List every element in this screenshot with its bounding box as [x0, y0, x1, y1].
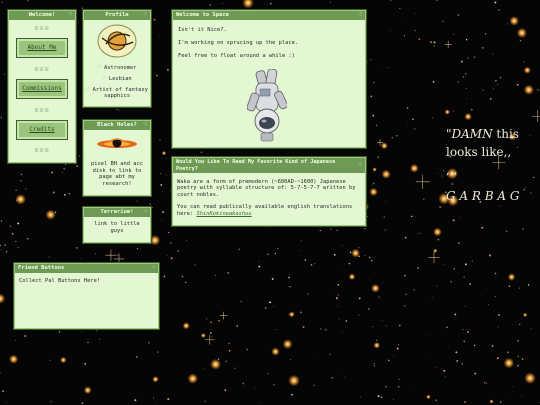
ornament-mid-1: ꕤꕤꕤ [34, 67, 50, 73]
heart-icon: ♡ [358, 12, 362, 18]
heart-icon: ♡ [143, 209, 147, 215]
friend-buttons-title-bar: Friend Buttons ♡ [15, 264, 158, 273]
quote-line-1: "DAMN this [446, 127, 519, 141]
heart-icon: ♡ [143, 122, 147, 128]
black-holes-title: Black Holes? [97, 122, 137, 128]
heart-icon: ♡ [151, 265, 155, 271]
friend-buttons-window: Friend Buttons ♡ Collect Pal Buttons Her… [14, 263, 159, 329]
poetry-title: Would You Like To Read My Favorite Kind … [176, 159, 336, 172]
friend-buttons-text: Collect Pal Buttons Here! [19, 278, 101, 284]
profile-title-bar: Profile ♡ [84, 11, 150, 20]
terrarium-window: Terrarium! ♡ link to little guys [83, 207, 151, 243]
friend-buttons-title: Friend Buttons [18, 265, 65, 271]
black-holes-text: pixel BH and acc disk to link to page ab… [91, 161, 143, 187]
profile-window: Profile ♡ ♡ Astronomer ♡ Lesbian ♡ Artis… [83, 10, 151, 107]
heart-icon: ♡ [143, 12, 147, 18]
saturn-avatar-icon [97, 24, 137, 58]
poetry-window: Would You Like To Read My Favorite Kind … [172, 157, 366, 226]
welcome-nav-window: Welcome! ♡ ꕤꕤꕤ About Me ꕤꕤꕤ Commissions … [8, 10, 76, 163]
heart-icon: ♡ [68, 12, 72, 18]
poetry-paragraph-2: You can read publically available englis… [177, 204, 353, 217]
ornament-bottom: ꕤꕤꕤ [34, 148, 50, 154]
quote-line-4: G A R B A G [446, 189, 520, 203]
quote-line-3: ,,, [446, 163, 458, 177]
black-holes-title-bar: Black Holes? ♡ [84, 121, 150, 130]
quote-line-2: looks like,, [446, 145, 512, 159]
ornament-mid-2: ꕤꕤꕤ [34, 108, 50, 114]
heart-icon: ♡ [358, 162, 362, 168]
welcome-to-space-title-bar: Welcome to Space ♡ [173, 11, 365, 20]
profile-title: Profile [105, 12, 129, 18]
ornament-top: ꕤꕤꕤ [34, 26, 50, 32]
welcome-nav-title-bar: Welcome! ♡ [9, 11, 75, 20]
welcome-to-space-window: Welcome to Space ♡ Isn't it Nice?. I'm w… [172, 10, 366, 148]
terrarium-title-bar: Terrarium! ♡ [84, 208, 150, 217]
welcome-to-space-title: Welcome to Space [176, 12, 229, 18]
astronaut-image [247, 69, 287, 142]
terrarium-text: link to little guys [94, 221, 140, 234]
credits-button[interactable]: Credits [16, 120, 68, 140]
poetry-paragraph-1: Waka are a form of premodern (~600AD-~16… [177, 179, 356, 198]
black-holes-window: Black Holes? ♡ pixel BH and acc disk to … [83, 120, 151, 196]
profile-item-astronomer: ♡ Astronomer [97, 65, 137, 71]
profile-item-lesbian: ♡ Lesbian [102, 76, 132, 82]
welcome-nav-title: Welcome! [28, 12, 56, 18]
profile-item-artist: ♡ Artist of fantasy sapphics [86, 87, 148, 99]
welcome-line-3: Feel free to float around a while :) [178, 53, 295, 59]
shinkokinwakashuu-link[interactable]: ShinKokinwakashuu [196, 211, 251, 217]
welcome-line-1: Isn't it Nice?. [178, 27, 227, 33]
terrarium-title: Terrarium! [100, 209, 134, 215]
about-me-button[interactable]: About Me [16, 38, 68, 58]
poetry-title-bar: Would You Like To Read My Favorite Kind … [173, 158, 365, 173]
commissions-button[interactable]: Commissions [16, 79, 68, 99]
black-hole-icon[interactable] [95, 136, 139, 152]
welcome-line-2: I'm working on sprucing up the place. [178, 40, 299, 46]
